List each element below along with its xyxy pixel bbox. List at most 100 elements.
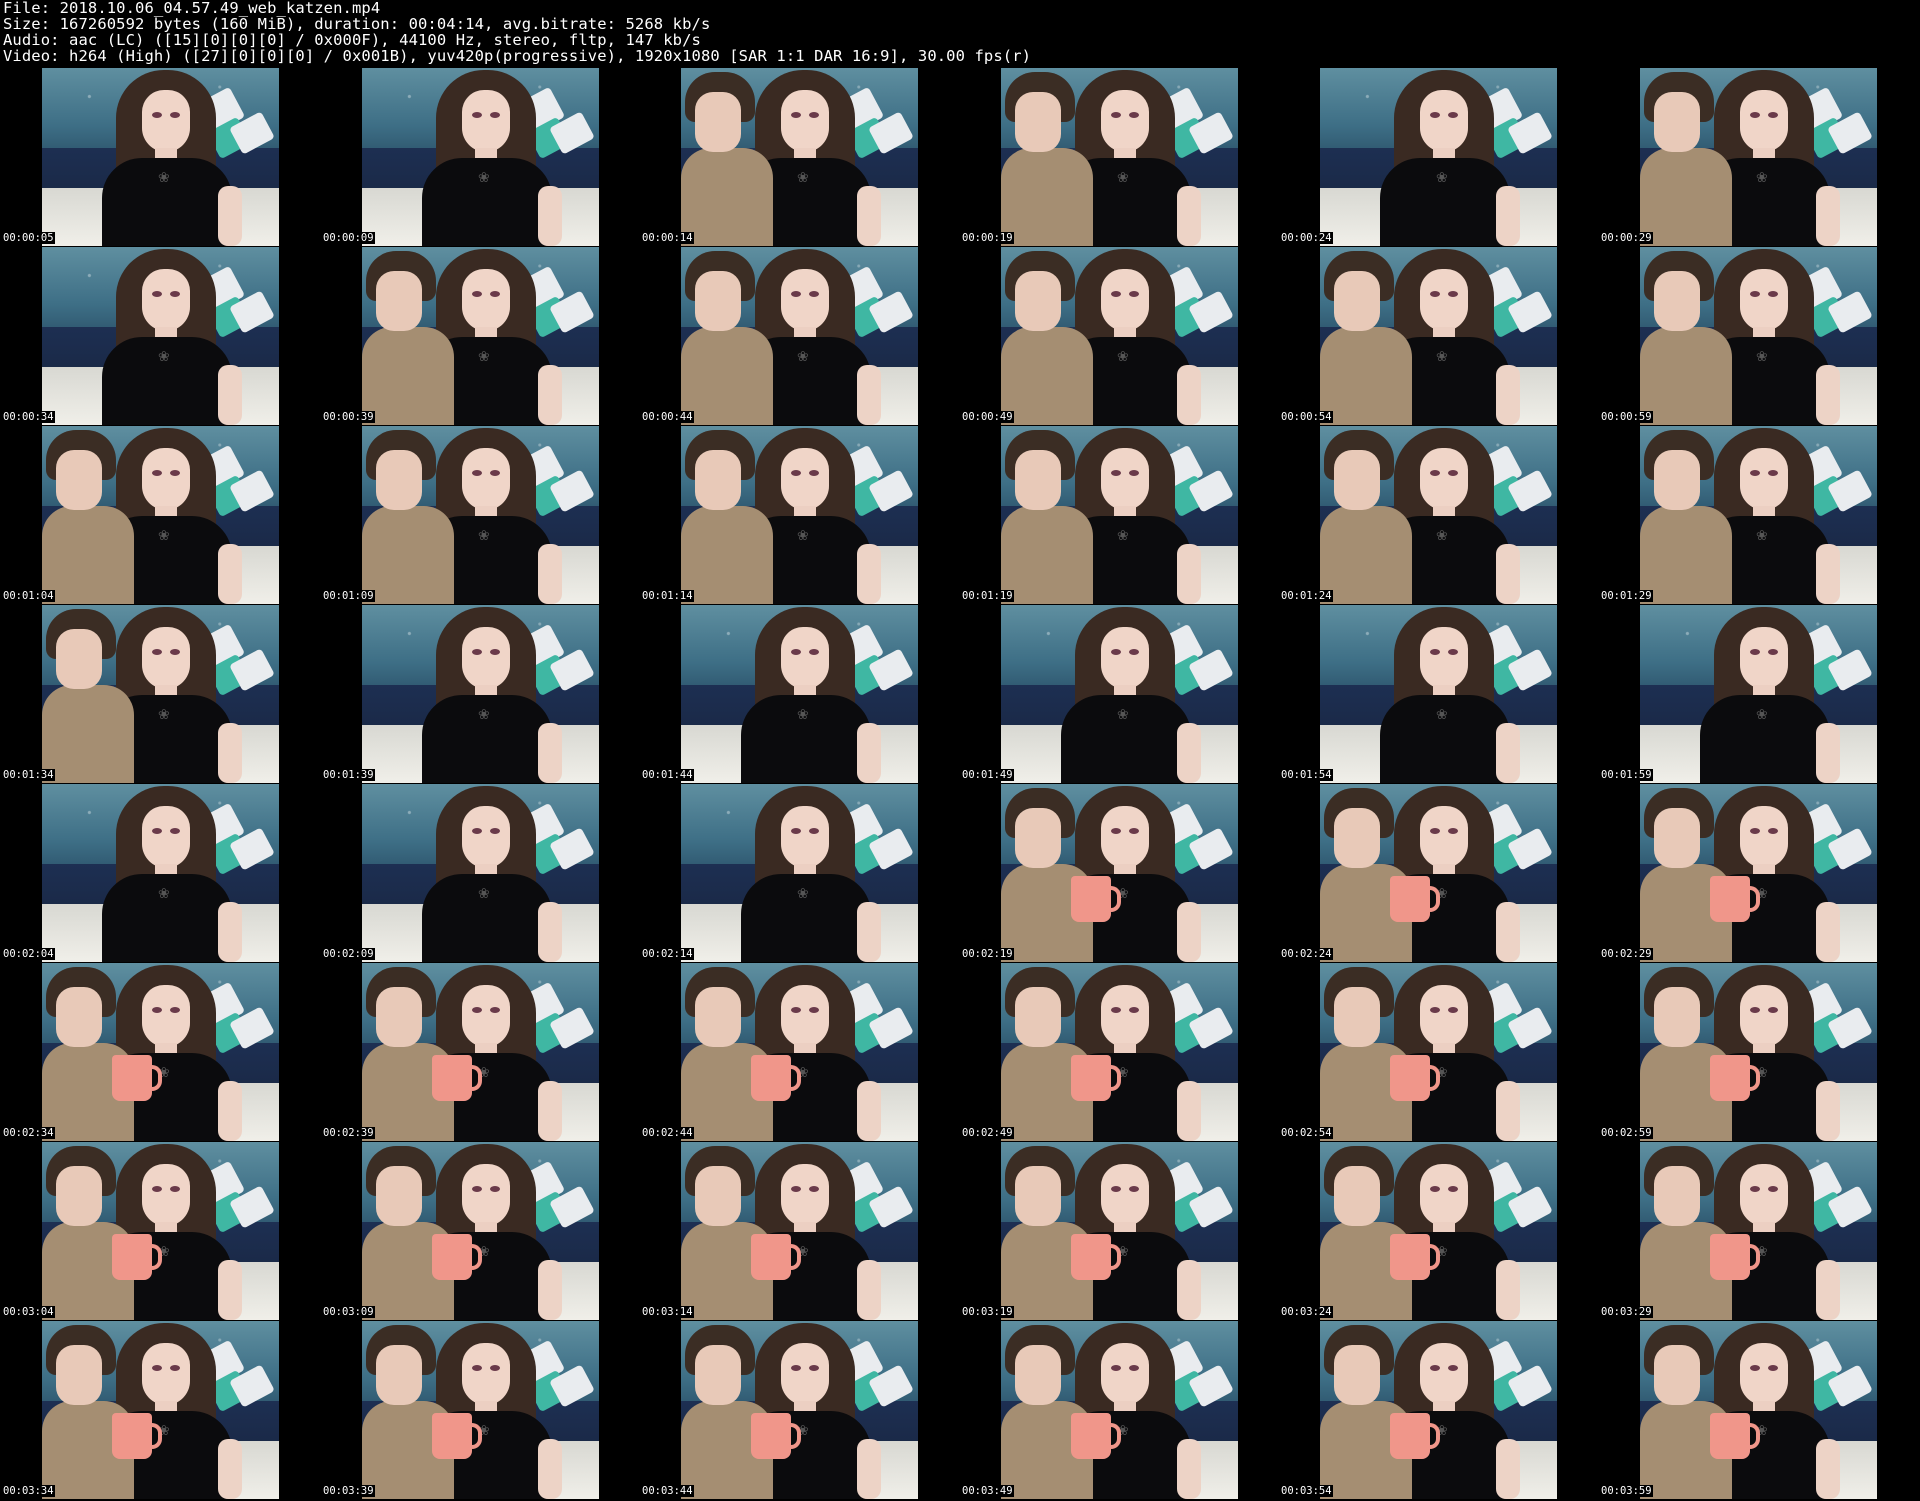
video-frame-thumbnail: ❀: [362, 605, 599, 783]
frame-timestamp: 00:03:34: [2, 1485, 55, 1497]
arm: [857, 365, 881, 425]
hoodie: [42, 506, 134, 604]
eye: [1448, 1186, 1458, 1192]
tattoo-icon: ❀: [158, 707, 170, 723]
video-frame-thumbnail: ❀: [42, 426, 279, 604]
face: [1101, 448, 1149, 510]
eye: [152, 1186, 162, 1192]
thumbnail-cell: ❀ 00:01:24: [1278, 426, 1597, 604]
face: [142, 1164, 190, 1226]
video-frame-thumbnail: ❀: [1320, 426, 1557, 604]
eye: [791, 649, 801, 655]
eye: [791, 828, 801, 834]
video-frame-thumbnail: ❀: [681, 1142, 918, 1320]
eye: [809, 470, 819, 476]
eye: [1768, 1007, 1778, 1013]
video-frame-thumbnail: ❀: [681, 68, 918, 246]
tattoo-icon: ❀: [797, 170, 809, 186]
companion-face: [1334, 1166, 1380, 1226]
video-frame-thumbnail: ❀: [1640, 1142, 1877, 1320]
eye: [490, 1365, 500, 1371]
arm: [1816, 1439, 1840, 1499]
video-frame-thumbnail: ❀: [1320, 247, 1557, 425]
thumbnail-cell: ❀ 00:01:04: [0, 426, 319, 604]
companion-face: [1334, 808, 1380, 868]
eye: [1129, 828, 1139, 834]
frame-timestamp: 00:00:34: [2, 411, 55, 423]
companion-face: [1334, 271, 1380, 331]
eye: [1111, 649, 1121, 655]
frame-timestamp: 00:01:29: [1600, 590, 1653, 602]
arm: [1177, 1260, 1201, 1320]
companion-face: [376, 987, 422, 1047]
companion-face: [1654, 808, 1700, 868]
thumbnail-cell: ❀ 00:00:19: [959, 68, 1278, 246]
face: [1420, 269, 1468, 331]
mug-icon: [1390, 1055, 1440, 1101]
face: [1101, 1164, 1149, 1226]
mug-icon: [1390, 876, 1440, 922]
arm: [538, 1439, 562, 1499]
arm: [1177, 1081, 1201, 1141]
video-frame-thumbnail: ❀: [1640, 784, 1877, 962]
face: [1740, 90, 1788, 152]
hoodie: [362, 506, 454, 604]
hoodie: [681, 148, 773, 246]
media-info-header: File: 2018.10.06_04.57.49_web_katzen.mp4…: [3, 0, 1903, 64]
companion-face: [1015, 271, 1061, 331]
thumbnail-cell: ❀ 00:03:34: [0, 1321, 319, 1499]
companion-face: [1015, 450, 1061, 510]
video-frame-thumbnail: ❀: [42, 963, 279, 1141]
mug-icon: [751, 1055, 801, 1101]
thumbnail-cell: ❀ 00:01:29: [1598, 426, 1917, 604]
thumbnail-cell: ❀ 00:03:09: [320, 1142, 639, 1320]
thumbnail-cell: ❀ 00:02:34: [0, 963, 319, 1141]
face: [142, 806, 190, 868]
companion-face: [1334, 1345, 1380, 1405]
eye: [1129, 1186, 1139, 1192]
video-frame-thumbnail: ❀: [1640, 426, 1877, 604]
eye: [1430, 1007, 1440, 1013]
video-frame-thumbnail: ❀: [681, 1321, 918, 1499]
face: [142, 90, 190, 152]
eye: [809, 1007, 819, 1013]
thumbnail-cell: ❀ 00:01:09: [320, 426, 639, 604]
eye: [1111, 112, 1121, 118]
frame-timestamp: 00:03:29: [1600, 1306, 1653, 1318]
tattoo-icon: ❀: [158, 349, 170, 365]
tattoo-icon: ❀: [1756, 349, 1768, 365]
hoodie: [1640, 327, 1732, 425]
arm: [1816, 902, 1840, 962]
eye: [1768, 470, 1778, 476]
video-frame-thumbnail: ❀: [362, 247, 599, 425]
arm: [218, 723, 242, 783]
file-size-line: Size: 167260592 bytes (160 MiB), duratio…: [3, 15, 711, 33]
tattoo-icon: ❀: [1117, 170, 1129, 186]
arm: [1816, 723, 1840, 783]
arm: [857, 1439, 881, 1499]
mug-icon: [1390, 1234, 1440, 1280]
thumbnail-cell: ❀ 00:03:04: [0, 1142, 319, 1320]
thumbnail-cell: ❀ 00:02:14: [639, 784, 958, 962]
companion-face: [1015, 987, 1061, 1047]
tattoo-icon: ❀: [478, 886, 490, 902]
face: [781, 1164, 829, 1226]
thumbnail-cell: ❀ 00:03:29: [1598, 1142, 1917, 1320]
eye: [472, 1365, 482, 1371]
arm: [1496, 1260, 1520, 1320]
thumbnail-cell: ❀ 00:03:59: [1598, 1321, 1917, 1499]
frame-timestamp: 00:02:59: [1600, 1127, 1653, 1139]
mug-icon: [1710, 876, 1760, 922]
arm: [1496, 1439, 1520, 1499]
companion-face: [695, 1166, 741, 1226]
video-frame-thumbnail: ❀: [362, 68, 599, 246]
eye: [152, 828, 162, 834]
companion-face: [695, 987, 741, 1047]
face: [142, 448, 190, 510]
thumbnail-grid: ❀ 00:00:05 ❀ 00:00:09 ❀ 00:00:14 ❀ 00:00:19 ❀ 00:…: [0, 68, 1920, 1501]
frame-timestamp: 00:02:19: [961, 948, 1014, 960]
hoodie: [42, 685, 134, 783]
thumbnail-cell: ❀ 00:01:39: [320, 605, 639, 783]
eye: [490, 1186, 500, 1192]
face: [1420, 1164, 1468, 1226]
